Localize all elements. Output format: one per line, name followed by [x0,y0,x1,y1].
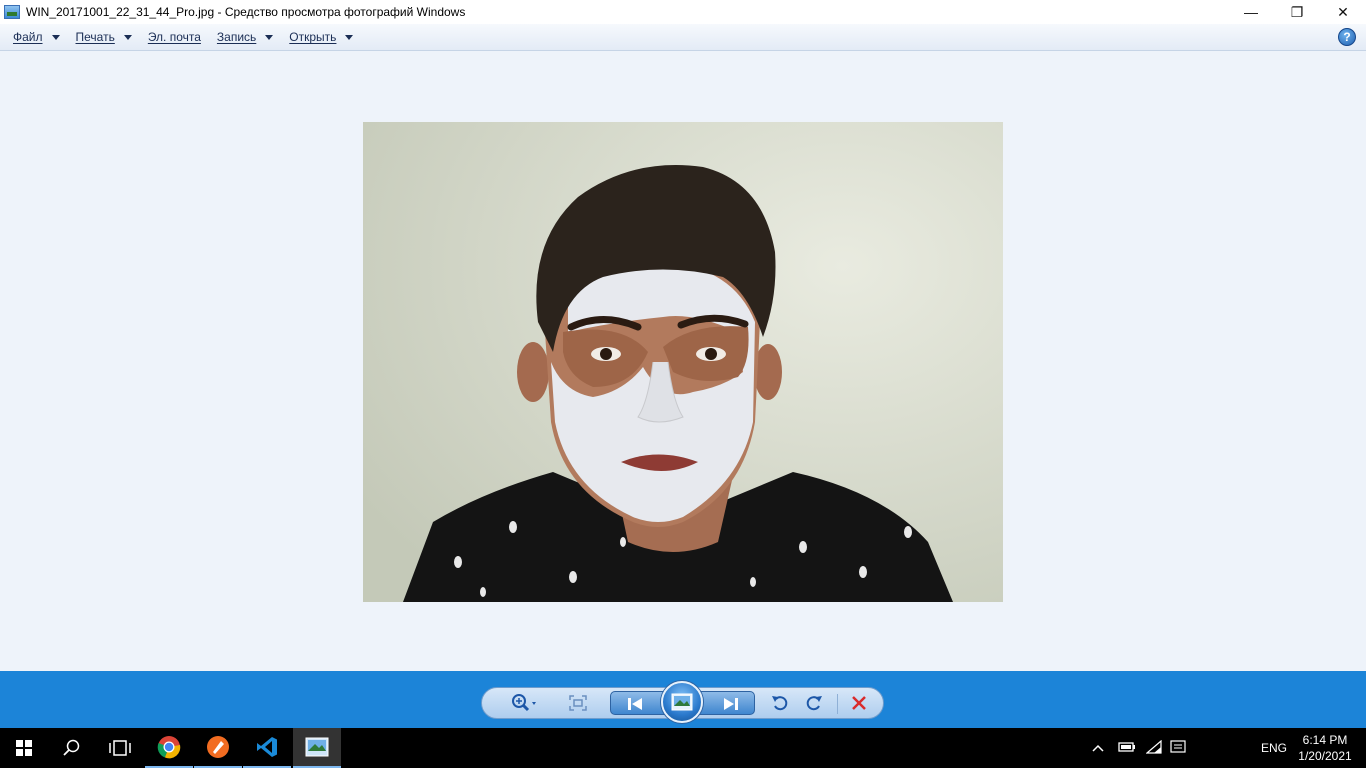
menu-print[interactable]: Печать [68,24,140,51]
chevron-down-icon [51,34,60,40]
minimize-button[interactable]: — [1228,0,1274,24]
image-viewer-area [0,52,1366,671]
start-button[interactable] [0,728,48,768]
previous-icon [628,698,642,710]
title-bar: WIN_20171001_22_31_44_Pro.jpg - Средство… [0,0,1366,24]
chevron-down-icon [265,34,274,40]
minimize-icon: — [1244,4,1258,20]
next-button[interactable] [715,689,747,719]
menu-bar: Файл Печать Эл. почта Запись Открыть ? [0,24,1366,51]
delete-button[interactable] [845,688,873,718]
menu-burn-label: Запись [216,30,257,44]
taskbar-chrome[interactable] [145,728,193,768]
rotate-left-button[interactable] [766,688,794,718]
photo-viewer-icon [305,737,329,757]
pen-app-icon [207,736,229,758]
window-controls: — ❐ ✕ [1228,0,1366,24]
chevron-down-icon [345,34,354,40]
slideshow-button[interactable] [661,681,703,723]
system-tray [1092,728,1186,768]
menu-open-label: Открыть [289,30,337,44]
control-pill [481,681,884,723]
menu-file-label: Файл [13,30,43,44]
menu-print-label: Печать [75,30,115,44]
clock-date: 1/20/2021 [1298,749,1352,763]
navigation-group [610,681,755,723]
menu-email[interactable]: Эл. почта [140,24,209,51]
notification-center-icon[interactable] [1170,739,1186,757]
vscode-icon [257,737,277,757]
fit-window-icon [569,695,587,711]
photo-illustration [363,122,1003,602]
restore-button[interactable]: ❐ [1274,0,1320,24]
taskbar-pen-app[interactable] [194,728,242,768]
clock-time: 6:14 PM [1302,733,1348,747]
previous-button[interactable] [619,689,651,719]
chrome-icon [157,736,181,759]
close-button[interactable]: ✕ [1320,0,1366,24]
language-indicator[interactable]: ENG [1261,728,1287,768]
menu-open[interactable]: Открыть [281,24,361,51]
taskbar-photo-viewer[interactable] [293,728,341,768]
rotate-left-icon [772,696,788,711]
start-icon [16,740,32,756]
show-hidden-icons-icon[interactable] [1092,741,1104,755]
battery-icon[interactable] [1118,741,1136,756]
restore-icon: ❐ [1290,3,1304,20]
rotate-right-button[interactable] [800,688,828,718]
wifi-icon[interactable] [1145,739,1162,757]
help-icon: ? [1343,30,1351,44]
next-icon [724,698,738,710]
viewer-control-bar [0,671,1366,728]
delete-icon [852,696,866,710]
taskbar-vscode[interactable] [243,728,291,768]
control-separator [837,694,838,714]
window-title: WIN_20171001_22_31_44_Pro.jpg - Средство… [26,5,466,19]
rotate-right-icon [806,696,822,711]
menu-email-label: Эл. почта [147,30,201,44]
help-button[interactable]: ? [1338,28,1356,46]
search-icon [63,739,80,756]
task-view-icon [109,740,131,756]
taskbar-clock[interactable]: 6:14 PM 1/20/2021 [1296,732,1354,764]
fit-window-button[interactable] [566,688,590,718]
task-view-button[interactable] [96,728,144,768]
taskbar: ENG 6:14 PM 1/20/2021 [0,728,1366,768]
displayed-photo[interactable] [363,122,1003,602]
close-icon: ✕ [1337,3,1349,20]
photo-viewer-app-icon[interactable] [4,5,20,19]
zoom-icon [512,694,536,712]
search-button[interactable] [48,728,96,768]
menu-file[interactable]: Файл [5,24,68,51]
zoom-button[interactable] [508,688,542,718]
chevron-down-icon [123,34,132,40]
menu-burn[interactable]: Запись [209,24,281,51]
slideshow-icon [671,693,693,711]
language-label: ENG [1261,741,1288,755]
